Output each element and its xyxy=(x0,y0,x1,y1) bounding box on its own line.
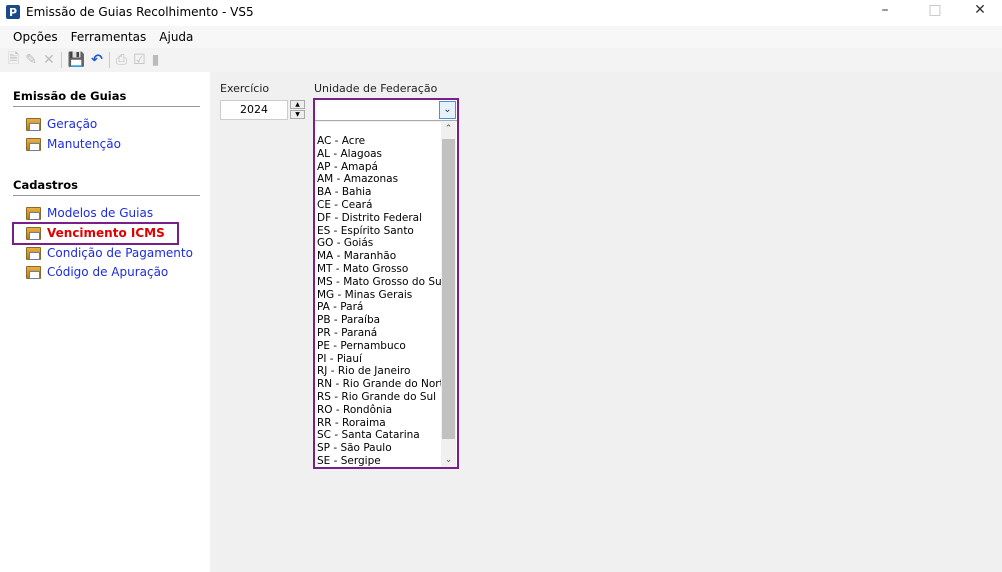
sidebar-item-modelos[interactable]: Modelos de Guias xyxy=(26,206,153,220)
maximize-button[interactable]: □ xyxy=(920,2,950,22)
uf-option[interactable]: ES - Espírito Santo xyxy=(317,225,450,238)
undo-icon[interactable]: ↶ xyxy=(91,52,103,68)
scrollbar[interactable]: ⌃ ⌄ xyxy=(441,122,456,467)
uf-option[interactable]: CE - Ceará xyxy=(317,199,450,212)
new-icon[interactable]: 🗎 xyxy=(8,48,19,72)
uf-option[interactable]: DF - Distrito Federal xyxy=(317,212,450,225)
module-icon xyxy=(26,137,41,151)
menu-opcoes[interactable]: Opções xyxy=(13,30,58,44)
app-logo: P xyxy=(6,5,20,19)
print-icon[interactable]: ⎙ xyxy=(116,52,127,68)
exercicio-input[interactable]: 2024 xyxy=(220,100,288,120)
toolbar: 🗎 ✎ ✕ 💾 ↶ ⎙ ☑ ▮ xyxy=(0,48,1002,72)
uf-input[interactable] xyxy=(315,100,457,121)
sidebar-item-geracao[interactable]: Geração xyxy=(26,117,97,131)
uf-option[interactable]: RS - Rio Grande do Sul xyxy=(317,391,450,404)
uf-label: Unidade de Federação xyxy=(314,82,438,95)
module-icon xyxy=(26,246,41,260)
separator xyxy=(108,52,110,68)
section-cadastros: Cadastros xyxy=(13,178,78,192)
uf-option[interactable]: MT - Mato Grosso xyxy=(317,263,450,276)
check-icon[interactable]: ☑ xyxy=(133,52,146,68)
uf-option[interactable]: PE - Pernambuco xyxy=(317,340,450,353)
scroll-up-icon[interactable]: ⌃ xyxy=(441,124,456,134)
save-icon[interactable]: 💾 xyxy=(68,52,85,68)
uf-option[interactable]: PB - Paraíba xyxy=(317,314,450,327)
divider xyxy=(13,195,200,196)
uf-option[interactable]: SP - São Paulo xyxy=(317,442,450,455)
uf-option[interactable]: SC - Santa Catarina xyxy=(317,429,450,442)
chevron-down-icon[interactable]: ⌄ xyxy=(439,101,456,119)
sidebar-item-condicao[interactable]: Condição de Pagamento xyxy=(26,246,193,260)
label: Modelos de Guias xyxy=(47,206,154,220)
uf-dropdown-list: AC - Acre AL - Alagoas AP - Amapá AM - Amaz… xyxy=(315,122,457,467)
uf-option[interactable]: PR - Paraná xyxy=(317,327,450,340)
uf-option[interactable]: MS - Mato Grosso do Sul xyxy=(317,276,450,289)
edit-icon[interactable]: ✎ xyxy=(25,52,37,68)
delete-icon[interactable]: ✕ xyxy=(43,52,55,68)
uf-option[interactable]: PI - Piauí xyxy=(317,353,450,366)
exercicio-label: Exercício xyxy=(220,82,270,95)
uf-option[interactable]: SE - Sergipe xyxy=(317,455,450,468)
label: Geração xyxy=(47,117,98,131)
label: Código de Apuração xyxy=(47,265,169,279)
document-icon[interactable]: ▮ xyxy=(152,52,160,68)
divider xyxy=(13,106,200,107)
menu-ajuda[interactable]: Ajuda xyxy=(159,30,193,44)
menu-bar: Opções Ferramentas Ajuda xyxy=(0,26,1002,48)
uf-option[interactable]: PA - Pará xyxy=(317,301,450,314)
uf-option[interactable]: BA - Bahia xyxy=(317,186,450,199)
uf-option[interactable]: RN - Rio Grande do Norte xyxy=(317,378,450,391)
minimize-button[interactable]: – xyxy=(870,2,900,22)
title-bar: P Emissão de Guias Recolhimento - VS5 – … xyxy=(0,0,1002,24)
uf-option[interactable]: AP - Amapá xyxy=(317,161,450,174)
uf-option[interactable]: AL - Alagoas xyxy=(317,148,450,161)
uf-option[interactable]: RO - Rondônia xyxy=(317,404,450,417)
scroll-down-icon[interactable]: ⌄ xyxy=(441,455,456,465)
module-icon xyxy=(26,117,41,131)
section-emissao: Emissão de Guias xyxy=(13,89,127,103)
uf-option[interactable]: GO - Goiás xyxy=(317,237,450,250)
separator xyxy=(60,52,62,68)
label: Manutenção xyxy=(47,137,121,151)
label: Condição de Pagamento xyxy=(47,246,193,260)
uf-option[interactable]: AC - Acre xyxy=(317,135,450,148)
highlight-box xyxy=(12,222,179,245)
spin-down-button[interactable]: ▼ xyxy=(290,110,305,119)
sidebar-item-codigo[interactable]: Código de Apuração xyxy=(26,265,168,279)
uf-option[interactable]: AM - Amazonas xyxy=(317,173,450,186)
uf-combobox[interactable]: ⌄ AC - Acre AL - Alagoas AP - Amapá AM - Am… xyxy=(313,98,459,469)
sidebar: Emissão de Guias Geração Manutenção Cada… xyxy=(0,72,210,572)
main-panel: Exercício 2024 ▲ ▼ Unidade de Federação … xyxy=(210,72,1002,572)
spin-up-button[interactable]: ▲ xyxy=(290,100,305,109)
uf-option[interactable]: MG - Minas Gerais xyxy=(317,289,450,302)
sidebar-item-manutencao[interactable]: Manutenção xyxy=(26,137,121,151)
uf-option[interactable]: RJ - Rio de Janeiro xyxy=(317,365,450,378)
uf-option[interactable]: MA - Maranhão xyxy=(317,250,450,263)
window-title: Emissão de Guias Recolhimento - VS5 xyxy=(26,5,254,19)
close-button[interactable]: ✕ xyxy=(965,2,995,22)
module-icon xyxy=(26,265,41,279)
scroll-thumb[interactable] xyxy=(442,139,455,439)
menu-ferramentas[interactable]: Ferramentas xyxy=(71,30,147,44)
uf-option[interactable]: RR - Roraima xyxy=(317,417,450,430)
module-icon xyxy=(26,206,41,220)
